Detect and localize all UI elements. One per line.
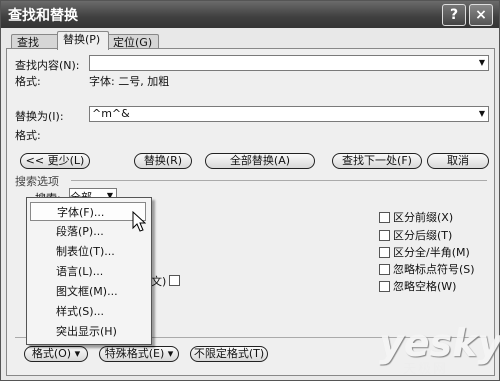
- find-label: 查找内容(N):: [15, 59, 80, 72]
- find-next-button[interactable]: 查找下一处(F): [332, 153, 422, 169]
- menu-item-style[interactable]: 样式(S)...: [30, 302, 146, 321]
- find-format-label: 格式:: [15, 75, 41, 88]
- menu-item-highlight[interactable]: 突出显示(H): [30, 322, 146, 341]
- replace-input[interactable]: ^m^& ▼: [89, 106, 489, 122]
- option-suffix-label: 区分后缀(T): [393, 229, 453, 242]
- menu-item-tabs[interactable]: 制表位(T)...: [30, 242, 146, 261]
- replace-all-button[interactable]: 全部替换(A): [205, 153, 315, 169]
- special-format-button[interactable]: 特殊格式(E) ▾: [99, 346, 179, 362]
- replace-label: 替换为(I):: [15, 110, 64, 123]
- menu-item-language[interactable]: 语言(L)...: [30, 262, 146, 281]
- chevron-down-icon[interactable]: ▼: [476, 107, 488, 121]
- close-button[interactable]: ×: [469, 4, 493, 26]
- replace-format-label: 格式:: [15, 129, 41, 142]
- find-format-value: 字体: 二号, 加粗: [89, 75, 170, 88]
- option-space-label: 忽略空格(W): [393, 280, 457, 293]
- title-bar[interactable]: 查找和替换 ? ×: [1, 1, 499, 28]
- option-punctuation-label: 忽略标点符号(S): [393, 263, 475, 276]
- checkbox-prefix[interactable]: [379, 212, 390, 223]
- checkbox-punctuation[interactable]: [379, 264, 390, 275]
- menu-item-frame[interactable]: 图文框(M)...: [30, 282, 146, 301]
- watermark-sub: 天极网: [403, 362, 449, 377]
- no-format-button[interactable]: 不限定格式(T): [190, 346, 268, 362]
- option-width-label: 区分全/半角(M): [393, 246, 470, 259]
- checkbox-width[interactable]: [379, 247, 390, 258]
- menu-item-paragraph[interactable]: 段落(P)...: [30, 222, 146, 241]
- cancel-button[interactable]: 取消: [427, 153, 489, 169]
- search-options-header: 搜索选项: [15, 175, 59, 188]
- mouse-cursor-icon: [132, 211, 146, 232]
- option-checkbox[interactable]: [169, 275, 180, 286]
- tab-replace[interactable]: 替换(P): [57, 31, 109, 50]
- menu-item-font[interactable]: 字体(F)...: [30, 202, 146, 221]
- less-button[interactable]: << 更少(L): [20, 153, 90, 169]
- replace-button[interactable]: 替换(R): [134, 153, 192, 169]
- divider: [71, 180, 487, 181]
- checkbox-suffix[interactable]: [379, 230, 390, 241]
- checkbox-space[interactable]: [379, 281, 390, 292]
- format-button[interactable]: 格式(O) ▾: [24, 346, 88, 362]
- help-button[interactable]: ?: [442, 4, 466, 26]
- find-input[interactable]: ▼: [89, 55, 489, 71]
- partial-option-text: 文): [151, 275, 167, 288]
- chevron-down-icon[interactable]: ▼: [476, 56, 488, 70]
- option-prefix-label: 区分前缀(X): [393, 211, 454, 224]
- dialog-title: 查找和替换: [8, 8, 78, 24]
- find-replace-dialog: 查找和替换 ? × 查找(D) 替换(P) 定位(G) 查找内容(N): ▼ 格…: [0, 0, 500, 381]
